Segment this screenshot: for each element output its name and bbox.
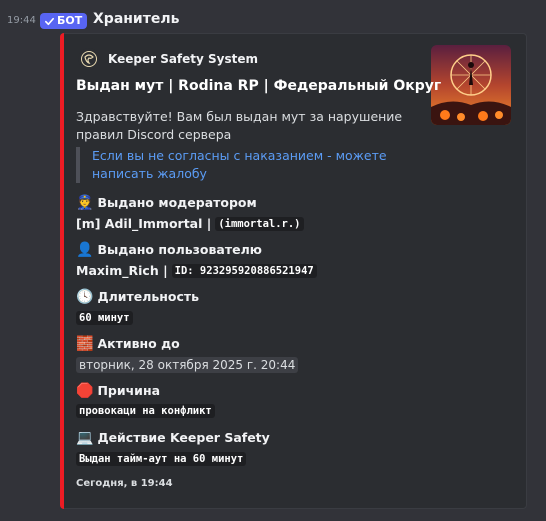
embed-author-name[interactable]: Keeper Safety System — [108, 52, 258, 66]
duration-value: 60 минут — [76, 311, 133, 325]
field-duration-name: 🕓 Длительность — [76, 289, 199, 304]
stop-sign-icon: 🛑 — [76, 382, 94, 399]
embed-accent-bar — [60, 33, 64, 509]
bot-badge: БОТ — [40, 13, 88, 29]
clock-icon: 🕓 — [76, 288, 94, 305]
field-label: Действие Keeper Safety — [97, 430, 270, 445]
message-timestamp[interactable]: 19:44 — [7, 15, 36, 26]
embed-description: Здравствуйте! Вам был выдан мут за наруш… — [76, 109, 403, 142]
embed-footer: Сегодня, в 19:44 — [76, 478, 173, 489]
field-moderator-value: [m] Adil_Immortal | (immortal.r.) — [76, 216, 304, 231]
field-action-value: Выдан тайм-аут на 60 минут — [76, 452, 247, 466]
field-label: Выдано пользователю — [97, 242, 262, 257]
field-reason-name: 🛑 Причина — [76, 383, 160, 398]
checkmark-icon — [45, 17, 54, 25]
embed-quote: Если вы не согласны с наказанием - может… — [76, 147, 412, 183]
field-label: Выдано модератором — [97, 195, 257, 210]
username[interactable]: Хранитель — [93, 11, 179, 27]
field-duration-value: 60 минут — [76, 311, 133, 325]
field-active-until-value: вторник, 28 октября 2025 г. 20:44 — [76, 357, 299, 373]
message-header: 19:44 БОТ Хранитель — [0, 10, 546, 32]
field-label: Активно до — [97, 336, 180, 351]
field-user-name: 👤 Выдано пользователю — [76, 242, 262, 257]
field-moderator-name: 👮 Выдано модератором — [76, 195, 257, 210]
field-active-until-name: 🧱 Активно до — [76, 336, 180, 351]
embed-author: Keeper Safety System — [78, 48, 258, 70]
field-label: Причина — [97, 383, 161, 398]
moderator-handle: (immortal.r.) — [215, 216, 304, 231]
reason-value: провокаци на конфликт — [76, 404, 215, 418]
brick-icon: 🧱 — [76, 335, 94, 352]
bot-badge-label: БОТ — [57, 14, 83, 27]
field-reason-value: провокаци на конфликт — [76, 404, 215, 418]
keeper-logo-icon — [78, 48, 100, 70]
active-until-timestamp[interactable]: вторник, 28 октября 2025 г. 20:44 — [76, 357, 299, 373]
laptop-icon: 💻 — [76, 429, 94, 446]
moderator-name: [m] Adil_Immortal | — [76, 216, 212, 231]
embed-thumbnail[interactable] — [431, 45, 511, 125]
field-user-value: Maxim_Rich | ID: 923295920886521947 — [76, 263, 317, 278]
user-silhouette-icon: 👤 — [76, 241, 94, 258]
user-name: Maxim_Rich | — [76, 263, 168, 278]
field-action-name: 💻 Действие Keeper Safety — [76, 430, 270, 445]
field-label: Длительность — [97, 289, 200, 304]
embed-title: Выдан мут | Rodina RP | Федеральный Окру… — [76, 78, 442, 94]
user-id: ID: 923295920886521947 — [171, 263, 317, 278]
police-officer-icon: 👮 — [76, 194, 94, 211]
action-value: Выдан тайм-аут на 60 минут — [76, 452, 247, 466]
